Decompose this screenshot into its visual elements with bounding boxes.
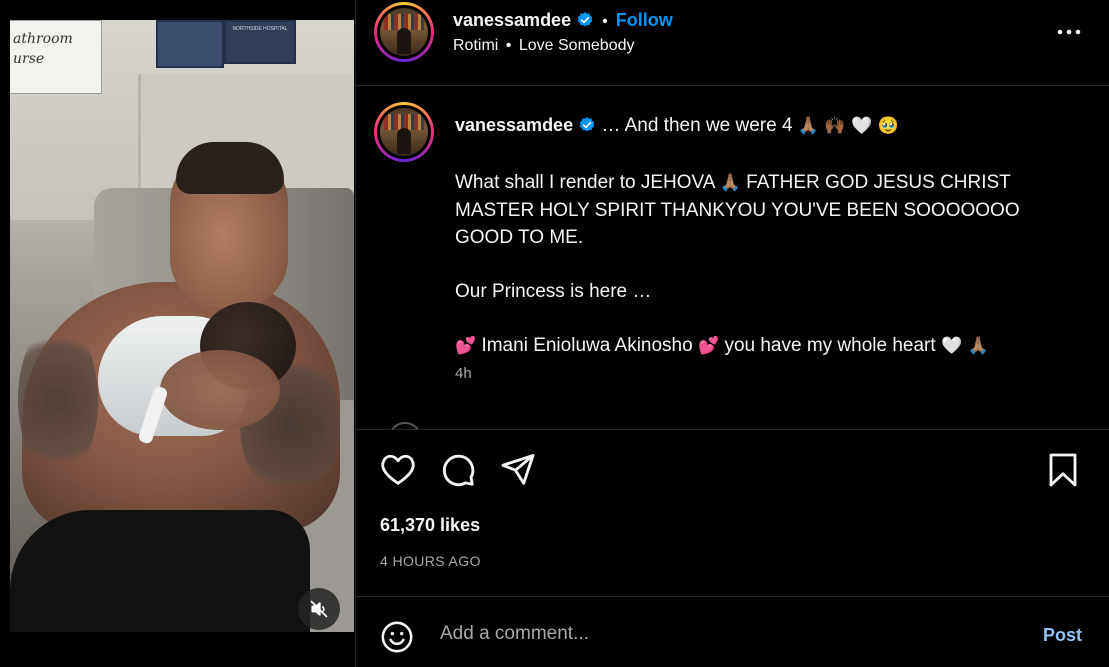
profile-avatar [380,8,428,56]
avatar-border [377,5,431,59]
caption-author-avatar[interactable] [374,102,434,162]
caption-paragraph-3: Our Princess is here … [455,281,652,302]
person-hair [176,142,284,194]
post-timestamp[interactable]: 4 HOURS AGO [380,553,481,569]
sign-line-2: urse [13,51,45,67]
caption-username[interactable]: vanessamdee [455,115,573,135]
follow-button[interactable]: Follow [616,10,673,30]
separator-dot: • [602,13,608,30]
speaker-muted-icon[interactable] [298,588,340,630]
two-hearts-icon: 💕 [697,336,720,356]
caption-line1: … And then we were 4 [601,115,793,136]
bookmark-icon[interactable] [1048,452,1078,493]
caption-section: vanessamdee … And then we were 4 🙏🏽 🙌🏾 🤍… [356,86,1109,430]
baby-name: Imani Enioluwa Akinosho [481,335,693,356]
hospital-plaque: NORTHSIDE HOSPITAL [224,20,296,64]
action-bar [356,430,1109,510]
plaque-text: NORTHSIDE HOSPITAL [232,26,288,32]
caption-line1-emoji: 🙏🏽 🙌🏾 🤍 🥹 [797,116,899,136]
author-username[interactable]: vanessamdee [453,10,571,30]
author-avatar[interactable] [374,2,434,62]
video-player[interactable]: athroom urse NORTHSIDE HOSPITAL [10,20,354,632]
post-comment-button[interactable]: Post [1043,625,1082,646]
caption-para2-text: What shall I render to JEHOVA [455,172,715,193]
sign-line-1: athroom [13,31,73,47]
two-hearts-icon: 💕 [455,336,477,356]
verified-badge-icon [576,11,594,37]
heart-praying-icon: 🤍 🙏🏽 [940,336,989,356]
bathroom-sign: athroom urse [10,20,102,94]
profile-avatar [380,108,428,156]
heart-icon[interactable] [380,452,416,491]
wall-plaque [156,20,224,68]
caption-para4-text: you have my whole heart [724,335,936,356]
post-header: vanessamdee • Follow Rotimi • Love Somebo… [356,0,1109,86]
post-media[interactable]: athroom urse NORTHSIDE HOSPITAL [0,0,355,667]
caption-time-ago: 4h [455,365,472,382]
more-options-icon[interactable] [1056,22,1082,47]
caption-paragraph-2: What shall I render to JEHOVA 🙏🏽 FATHER … [455,169,1055,251]
caption-text: vanessamdee … And then we were 4 🙏🏽 🙌🏾 🤍… [455,112,1055,360]
audio-title[interactable]: Love Somebody [519,37,635,54]
arm-tattoo-left [18,320,98,480]
smiley-icon[interactable] [380,620,414,659]
audio-artist[interactable]: Rotimi [453,37,498,54]
author-line: vanessamdee • Follow [453,8,673,37]
praying-hands-icon: 🙏🏽 [719,173,741,193]
audio-attribution[interactable]: Rotimi • Love Somebody [453,37,635,55]
audio-separator: • [505,37,512,54]
post-details-panel: vanessamdee • Follow Rotimi • Love Somebo… [355,0,1109,667]
caption-avatar-border [377,105,431,159]
dark-pants [10,510,310,632]
share-icon[interactable] [500,452,536,491]
comment-avatar-peek [388,422,422,429]
likes-count[interactable]: 61,370 likes [380,515,480,536]
hands [160,350,280,430]
caption-first-line: vanessamdee … And then we were 4 🙏🏽 🙌🏾 🤍… [455,112,1055,142]
caption-paragraph-4: 💕 Imani Enioluwa Akinosho 💕 you have my … [455,332,1055,360]
comment-input[interactable] [438,619,1022,649]
comment-bar: Post [356,596,1109,667]
verified-badge-icon [578,115,596,142]
comment-icon[interactable] [440,452,476,493]
